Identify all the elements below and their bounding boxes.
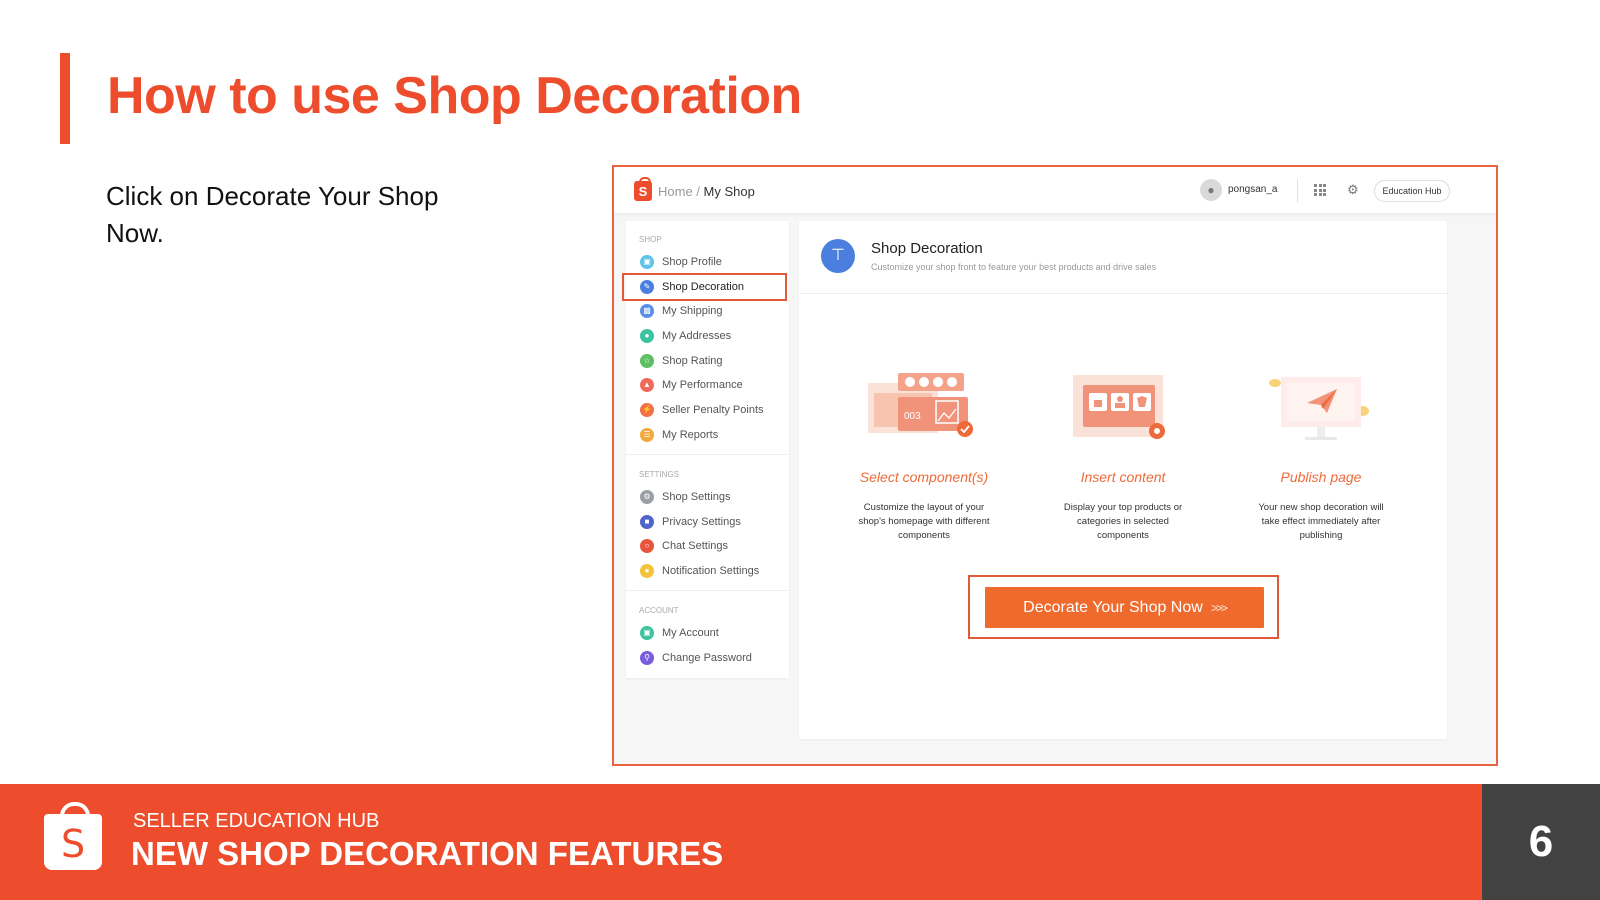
- sidebar-item-notification-settings[interactable]: ● Notification Settings: [626, 559, 789, 583]
- shipping-icon: ▩: [640, 304, 654, 318]
- sidebar-item-my-shipping[interactable]: ▩ My Shipping: [626, 299, 789, 323]
- sidebar-item-label: Notification Settings: [662, 565, 760, 577]
- sidebar-item-shop-rating[interactable]: ☆ Shop Rating: [626, 349, 789, 373]
- step-select-components: 003 Select component(s) Customize the la…: [829, 371, 1019, 543]
- sidebar-item-label: Shop Settings: [662, 491, 731, 503]
- sidebar-item-label: My Addresses: [662, 330, 732, 342]
- shop-profile-icon: ▣: [640, 255, 654, 269]
- sidebar-item-label: Chat Settings: [662, 540, 729, 552]
- performance-icon: ▲: [640, 378, 654, 392]
- account-icon: ▣: [640, 626, 654, 640]
- step-title: Insert content: [1080, 469, 1166, 485]
- sidebar-item-shop-settings[interactable]: ⚙ Shop Settings: [626, 485, 789, 509]
- sidebar-divider: [626, 454, 789, 455]
- select-components-illustration: 003: [864, 371, 984, 451]
- gear-icon: ⚙: [640, 490, 654, 504]
- title-accent-bar: [60, 53, 70, 144]
- sidebar-item-change-password[interactable]: ⚲ Change Password: [626, 646, 789, 670]
- chat-icon: ○: [640, 539, 654, 553]
- topbar-divider: [1297, 179, 1298, 203]
- step-insert-content: Insert content Display your top products…: [1028, 371, 1218, 543]
- slide-title: How to use Shop Decoration: [107, 67, 802, 125]
- breadcrumb-current: My Shop: [703, 184, 755, 199]
- sidebar-item-label: My Shipping: [662, 305, 723, 317]
- sidebar-item-shop-profile[interactable]: ▣ Shop Profile: [626, 250, 789, 274]
- key-icon: ⚲: [640, 651, 654, 665]
- top-navigation-bar: S Home / My Shop ● pongsan_a ⚙ Education…: [614, 167, 1496, 214]
- panel-subtitle: Customize your shop front to feature you…: [871, 262, 1157, 272]
- seller-centre-screenshot: S Home / My Shop ● pongsan_a ⚙ Education…: [612, 165, 1498, 766]
- shopee-bag-logo-icon: S: [44, 802, 102, 870]
- sidebar-item-my-addresses[interactable]: ● My Addresses: [626, 324, 789, 348]
- panel-header: ⊤ Shop Decoration Customize your shop fr…: [799, 221, 1447, 294]
- breadcrumb: Home / My Shop: [658, 184, 755, 199]
- sidebar-item-seller-penalty-points[interactable]: ⚡ Seller Penalty Points: [626, 398, 789, 422]
- sidebar-menu: SHOP ▣ Shop Profile ✎ Shop Decoration ▩ My …: [622, 221, 789, 678]
- sidebar-section-settings: SETTINGS: [639, 470, 680, 479]
- sidebar-item-label: My Account: [662, 627, 719, 639]
- highlight-box-shop-decoration: [622, 273, 787, 301]
- star-icon: ☆: [640, 354, 654, 368]
- sidebar-item-label: Shop Rating: [662, 355, 723, 367]
- sidebar-item-label: Change Password: [662, 652, 752, 664]
- sidebar-item-my-reports[interactable]: ☰ My Reports: [626, 423, 789, 447]
- breadcrumb-home[interactable]: Home: [658, 184, 693, 199]
- sidebar-item-chat-settings[interactable]: ○ Chat Settings: [626, 534, 789, 558]
- footer-banner: S SELLER EDUCATION HUB NEW SHOP DECORATI…: [0, 784, 1482, 900]
- step-title: Select component(s): [859, 469, 989, 485]
- main-panel: ⊤ Shop Decoration Customize your shop fr…: [799, 221, 1447, 739]
- lock-icon: ■: [640, 515, 654, 529]
- sidebar-item-label: Seller Penalty Points: [662, 404, 764, 416]
- penalty-icon: ⚡: [640, 403, 654, 417]
- notification-icon: ●: [640, 564, 654, 578]
- chevrons-right-icon: >>>: [1210, 601, 1228, 615]
- username[interactable]: pongsan_a: [1228, 184, 1278, 195]
- logo-letter: S: [60, 822, 86, 866]
- instruction-text: Click on Decorate Your Shop Now.: [106, 181, 439, 248]
- sidebar-item-label: Privacy Settings: [662, 516, 741, 528]
- step-description: Your new shop decoration will take effec…: [1258, 502, 1384, 541]
- sidebar-item-privacy-settings[interactable]: ■ Privacy Settings: [626, 510, 789, 534]
- notification-bell-icon[interactable]: ⚙: [1347, 182, 1359, 198]
- step-title: Publish page: [1280, 469, 1362, 485]
- step-description: Customize the layout of your shop's home…: [858, 502, 990, 541]
- panel-title: Shop Decoration: [871, 240, 983, 257]
- step-description: Display your top products or categories …: [1063, 502, 1183, 541]
- sidebar-divider: [626, 590, 789, 591]
- user-avatar-icon[interactable]: ●: [1200, 179, 1222, 201]
- footer-subtitle: SELLER EDUCATION HUB: [133, 810, 380, 832]
- breadcrumb-separator: /: [692, 184, 704, 199]
- sidebar-section-account: ACCOUNT: [639, 606, 679, 615]
- step-publish-page: Publish page Your new shop decoration wi…: [1226, 371, 1416, 543]
- sidebar-item-label: Shop Profile: [662, 256, 722, 268]
- sidebar-item-my-performance[interactable]: ▲ My Performance: [626, 373, 789, 397]
- shopee-logo-icon[interactable]: S: [634, 177, 652, 201]
- illustration-counter: 003: [904, 411, 921, 422]
- footer-title: NEW SHOP DECORATION FEATURES: [131, 835, 724, 872]
- reports-icon: ☰: [640, 428, 654, 442]
- sidebar-item-label: My Reports: [662, 429, 719, 441]
- sidebar-section-shop: SHOP: [639, 235, 662, 244]
- sidebar-item-label: My Performance: [662, 379, 743, 391]
- paint-roller-icon: ⊤: [821, 239, 855, 273]
- cta-label: Decorate Your Shop Now: [1023, 599, 1203, 616]
- sidebar-item-my-account[interactable]: ▣ My Account: [626, 621, 789, 645]
- publish-page-illustration: [1261, 371, 1381, 451]
- education-hub-button[interactable]: Education Hub: [1374, 180, 1450, 202]
- address-icon: ●: [640, 329, 654, 343]
- page-number: 6: [1482, 784, 1600, 900]
- apps-grid-icon[interactable]: [1314, 184, 1326, 196]
- insert-content-illustration: [1063, 371, 1183, 451]
- decorate-your-shop-now-button[interactable]: Decorate Your Shop Now >>>: [985, 587, 1264, 628]
